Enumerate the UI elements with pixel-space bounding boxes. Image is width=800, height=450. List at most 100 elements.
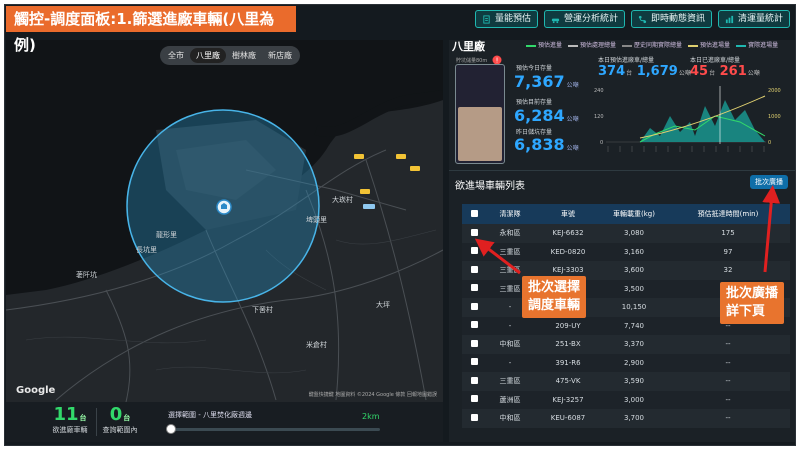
- chart-legend: 預估進量 預估處理總量 歷史同期實際總量 預估進場量 實際進場量: [526, 40, 778, 49]
- map-view[interactable]: 長坑里 龍形里 埤頭里 大崁村 荖阡坑 下罟村 米倉村 大坪 Google 鍵盤…: [6, 40, 443, 402]
- volume-stats-button[interactable]: 清運量統計: [717, 10, 790, 28]
- filter-bali[interactable]: 八里廠: [190, 48, 226, 63]
- row-checkbox[interactable]: [470, 395, 478, 403]
- plant-title: 八里廠: [452, 40, 485, 53]
- axis-right-tick: 2000: [768, 88, 781, 94]
- truck-marker-icon[interactable]: [360, 188, 370, 196]
- legend-item: 實際進場量: [736, 40, 778, 49]
- axis-right-tick: 1000: [768, 114, 781, 120]
- panel-divider: [449, 170, 795, 171]
- vehicle-list-title: 欲進場車輛列表: [455, 181, 525, 192]
- metric-value: 6,284 公噸: [514, 106, 579, 125]
- table-row[interactable]: 三重區 475-VK 3,590 --: [462, 372, 790, 391]
- row-checkbox[interactable]: [470, 284, 478, 292]
- table-cell: 97: [723, 247, 733, 256]
- filter-xindian[interactable]: 新店廠: [262, 48, 298, 63]
- table-row[interactable]: 永和區 KEJ-6632 3,080 175: [462, 224, 790, 243]
- metric-value: 6,838 公噸: [514, 135, 579, 154]
- incoming-unit: 台: [79, 414, 87, 422]
- table-cell: 391-R6: [555, 358, 581, 367]
- table-cell: 永和區: [499, 229, 521, 238]
- map-label: 長坑里: [136, 246, 157, 254]
- truck-marker-icon[interactable]: [363, 203, 375, 211]
- row-checkbox[interactable]: [470, 247, 478, 255]
- route-icon: [638, 15, 647, 23]
- table-cell: 三重區: [499, 247, 521, 256]
- operation-analysis-button[interactable]: 營運分析統計: [543, 10, 625, 28]
- plant-marker-icon[interactable]: [216, 199, 232, 215]
- truck-marker-icon[interactable]: [354, 153, 364, 161]
- table-row[interactable]: 三重區 KED-0820 3,160 97: [462, 242, 790, 261]
- axis-left-tick: 240: [594, 88, 604, 94]
- col-header: 預估抵達時間(min): [697, 210, 759, 218]
- table-cell: 3,590: [623, 377, 645, 386]
- table-cell: 中和區: [499, 340, 521, 349]
- metric-label: 預估今日存量: [516, 65, 553, 72]
- table-cell: 三重區: [499, 266, 521, 275]
- metric-label: 預估目前存量: [516, 99, 553, 106]
- table-cell: 3,600: [623, 266, 645, 275]
- col-header: 車輛載重(kg): [613, 210, 655, 218]
- legend-item: 預估處理總量: [568, 40, 616, 49]
- realtime-info-button[interactable]: 即時動態資訊: [630, 10, 712, 28]
- truck-marker-icon[interactable]: [410, 165, 420, 173]
- table-cell: 475-VK: [555, 377, 581, 386]
- table-row[interactable]: - 391-R6 2,900 --: [462, 353, 790, 372]
- table-cell: -: [508, 321, 512, 330]
- select-all-checkbox[interactable]: [470, 209, 478, 217]
- silo-gauge: [455, 64, 505, 164]
- filter-all[interactable]: 全市: [162, 48, 190, 63]
- truck-marker-icon[interactable]: [396, 153, 406, 161]
- legend-item: 歷史同期實際總量: [622, 40, 682, 49]
- row-checkbox[interactable]: [470, 339, 478, 347]
- range-km: 2km: [362, 412, 380, 421]
- region-filter: 全市 八里廠 樹林廠 新店廠: [160, 46, 300, 65]
- row-checkbox[interactable]: [470, 302, 478, 310]
- range-slider[interactable]: [170, 428, 380, 431]
- capacity-forecast-button[interactable]: 量能預估: [474, 10, 538, 28]
- table-row[interactable]: 中和區 KEU-6087 3,700 --: [462, 409, 790, 428]
- table-row[interactable]: 三重區 KEJ-3303 3,600 32: [462, 261, 790, 280]
- slide-title: 觸控-調度面板:1.篩選進廠車輛(八里為例): [6, 6, 296, 54]
- row-checkbox[interactable]: [470, 321, 478, 329]
- table-cell: 10,150: [621, 303, 647, 312]
- callout-batch-select-text: 批次選擇 調度車輛: [528, 280, 581, 313]
- silo-fill: [458, 107, 502, 161]
- top-btn-label: 量能預估: [494, 14, 531, 24]
- map-label: 荖阡坑: [76, 271, 97, 279]
- today-actual-label: 本日已進廠車/總量: [690, 57, 741, 64]
- map-attribution[interactable]: 鍵盤快捷鍵 地圖資料 ©2024 Google 條款 回報地圖錯誤: [309, 391, 437, 398]
- table-cell: KED-0820: [550, 247, 586, 256]
- table-row[interactable]: 中和區 251-BX 3,370 --: [462, 335, 790, 354]
- table-cell: 175: [721, 229, 735, 238]
- row-checkbox[interactable]: [470, 265, 478, 273]
- map-label: 下罟村: [252, 306, 273, 314]
- table-header: 清潔隊 車號 車輛載重(kg) 預估抵達時間(min): [462, 204, 790, 224]
- table-cell: 3,370: [623, 340, 645, 349]
- google-logo: Google: [16, 385, 56, 396]
- filter-shulin[interactable]: 樹林廠: [226, 48, 262, 63]
- clipboard-icon: [483, 14, 490, 24]
- today-vehicles-value: 374台 1,679公噸: [598, 64, 691, 79]
- table-cell: --: [725, 340, 731, 349]
- callout-batch-select: 批次選擇 調度車輛: [522, 276, 587, 318]
- table-cell: 中和區: [499, 414, 521, 423]
- map-label: 埤頭里: [306, 216, 327, 224]
- table-cell: KEJ-6632: [552, 229, 584, 238]
- silo-caption: 貯坑儲量80m: [456, 58, 488, 64]
- stat-divider: [96, 408, 97, 436]
- row-checkbox[interactable]: [470, 358, 478, 366]
- batch-broadcast-button[interactable]: 批次廣播: [750, 175, 788, 189]
- row-checkbox[interactable]: [470, 376, 478, 384]
- row-checkbox[interactable]: [470, 228, 478, 236]
- table-cell: 3,500: [623, 284, 645, 293]
- col-header: 清潔隊: [499, 210, 521, 218]
- range-slider-knob[interactable]: [166, 424, 176, 434]
- metric-value: 7,367 公噸: [514, 72, 579, 91]
- top-btn-label: 清運量統計: [737, 14, 783, 24]
- table-row[interactable]: 蘆洲區 KEJ-3257 3,000 --: [462, 390, 790, 409]
- row-checkbox[interactable]: [470, 413, 478, 421]
- table-cell: 32: [723, 266, 733, 275]
- table-cell: -: [508, 358, 512, 367]
- today-vehicles-label: 本日預估進廠車/總量: [598, 57, 655, 64]
